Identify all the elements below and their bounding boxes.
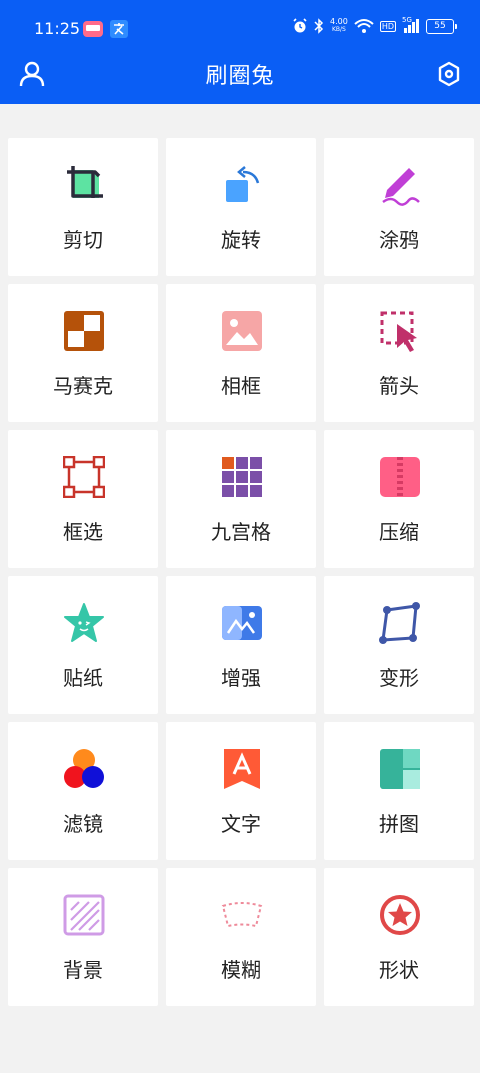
tool-blur[interactable]: 模糊 [166,868,316,1006]
shape-star-icon [380,895,420,935]
wifi-icon [354,19,374,33]
tool-compress[interactable]: 压缩 [324,430,474,568]
translate-app-icon [110,20,128,38]
tool-doodle[interactable]: 涂鸦 [324,138,474,276]
tool-label: 涂鸦 [379,228,419,252]
background-icon [63,894,105,936]
bluetooth-icon [314,18,324,34]
pen-doodle-icon [382,168,420,206]
color-filter-icon [64,749,104,788]
tool-label: 箭头 [379,374,419,398]
tool-sticker[interactable]: 贴纸 [8,576,158,714]
tool-label: 剪切 [63,228,103,252]
network-speed: 4.00 KB/S [330,17,348,34]
tool-box-select[interactable]: 框选 [8,430,158,568]
tool-label: 模糊 [221,958,261,982]
tool-label: 相框 [221,374,261,398]
hd-badge: HD [379,20,396,32]
tool-label: 增强 [221,666,261,690]
tool-label: 九宫格 [211,520,271,544]
blur-icon [221,902,263,928]
mosaic-icon [64,311,104,351]
tool-filter[interactable]: 滤镜 [8,722,158,860]
crop-icon [67,166,103,198]
nine-grid-icon [222,457,262,497]
tool-label: 压缩 [379,520,419,544]
tool-rotate[interactable]: 旋转 [166,138,316,276]
battery-indicator: 55 [426,18,457,34]
tool-label: 形状 [379,958,419,982]
app-header: 11:25 4.00 KB/S HD 5G 55 刷圈兔 [0,0,480,104]
tool-label: 拼图 [379,812,419,836]
tool-background[interactable]: 背景 [8,868,158,1006]
photo-frame-icon [222,311,262,351]
collage-icon [380,749,420,789]
settings-hexagon-icon[interactable] [437,60,461,88]
star-sticker-icon [64,603,104,642]
rotate-icon [226,166,260,202]
status-bar: 11:25 4.00 KB/S HD 5G 55 [0,0,480,56]
transform-icon [379,602,420,644]
tool-label: 滤镜 [63,812,103,836]
tool-text[interactable]: 文字 [166,722,316,860]
status-indicators: 4.00 KB/S HD 5G 55 [292,16,457,34]
tool-label: 背景 [63,958,103,982]
tool-crop[interactable]: 剪切 [8,138,158,276]
tool-mosaic[interactable]: 马赛克 [8,284,158,422]
tool-label: 旋转 [221,228,261,252]
enhance-image-icon [222,606,262,640]
status-time: 11:25 [34,19,81,38]
tool-transform[interactable]: 变形 [324,576,474,714]
tool-nine-grid[interactable]: 九宫格 [166,430,316,568]
alarm-icon [293,18,307,33]
tool-label: 马赛克 [53,374,113,398]
arrow-cursor-icon [380,311,417,352]
page-title: 刷圈兔 [205,64,275,89]
tool-label: 变形 [379,666,419,690]
tool-enhance[interactable]: 增强 [166,576,316,714]
tool-grid: 剪切 旋转 涂鸦 马赛克 相框 箭头 框选 九宫格 压缩 贴纸 增强 变形 滤镜… [8,138,474,1006]
notification-app-icon [83,21,103,37]
tool-frame[interactable]: 相框 [166,284,316,422]
tool-collage[interactable]: 拼图 [324,722,474,860]
zip-compress-icon [380,457,420,497]
signal-indicator: 5G [402,16,420,33]
tool-label: 贴纸 [63,666,103,690]
tool-label: 文字 [221,812,261,836]
tool-label: 框选 [63,520,103,544]
text-icon [224,749,260,789]
tool-arrow[interactable]: 箭头 [324,284,474,422]
box-select-icon [63,456,105,498]
tool-shape[interactable]: 形状 [324,868,474,1006]
